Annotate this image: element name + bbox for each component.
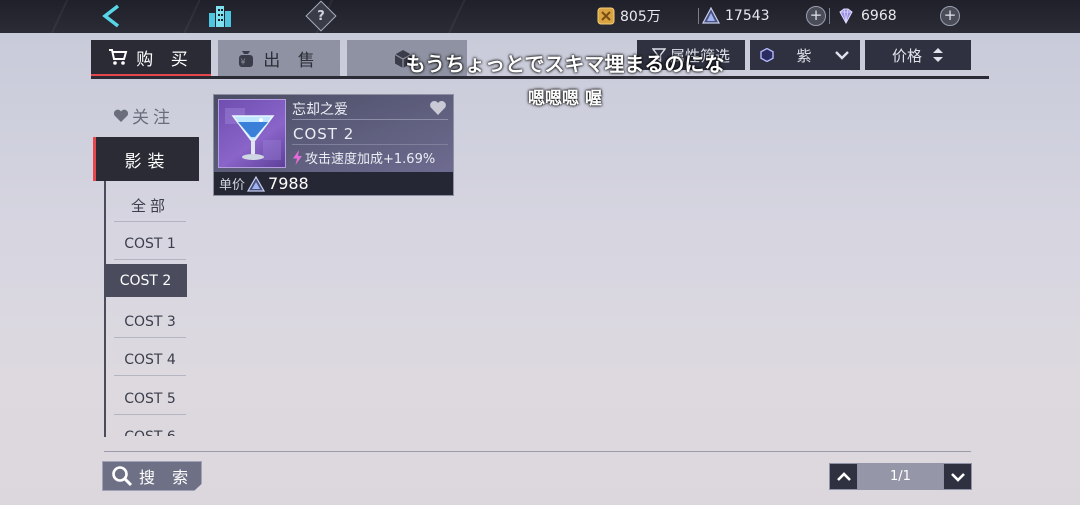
currency-divider bbox=[698, 8, 699, 24]
subnav-item-all[interactable]: 全部 bbox=[114, 190, 186, 222]
card-price-row: 单价 7988 bbox=[214, 172, 453, 195]
subnav-item-cost-6[interactable]: COST 6 bbox=[114, 421, 186, 437]
chevron-up-icon bbox=[836, 471, 851, 481]
subnav-item-cost-5[interactable]: COST 5 bbox=[114, 383, 186, 415]
skin-category-label: 影装 bbox=[124, 151, 171, 172]
city-button[interactable] bbox=[206, 3, 234, 29]
top-bar: ? 805万 17543 + 6968 + bbox=[0, 0, 1080, 33]
currency-divider bbox=[829, 8, 830, 24]
cost-subnav: 全部 COST 1 COST 2 COST 3 COST 4 COST 5 CO… bbox=[106, 186, 190, 436]
card-header: 忘却之爱 COST 2 攻击速度加成+1.69% bbox=[214, 95, 453, 172]
page-indicator: 1/1 bbox=[858, 463, 943, 490]
item-thumbnail bbox=[218, 99, 286, 168]
gem-amount: 6968 bbox=[861, 8, 897, 24]
prism-ticket-icon bbox=[702, 7, 720, 24]
prism-ticket-icon bbox=[247, 175, 266, 192]
heart-icon bbox=[430, 101, 446, 115]
item-cost: COST 2 bbox=[293, 125, 355, 143]
page-down-button[interactable] bbox=[943, 463, 972, 490]
search-icon bbox=[112, 466, 133, 487]
lightning-icon bbox=[293, 150, 302, 165]
unit-price-value: 7988 bbox=[268, 174, 309, 193]
card-divider bbox=[292, 119, 448, 120]
search-label: 搜 索 bbox=[139, 468, 195, 487]
follow-label: 关注 bbox=[132, 108, 174, 128]
subnav-item-cost-4[interactable]: COST 4 bbox=[114, 344, 186, 376]
heart-icon bbox=[113, 109, 129, 122]
gold-amount: 805万 bbox=[620, 9, 661, 25]
subtitle-line-1: もうちょっとでスキマ埋まるのにな bbox=[405, 52, 725, 76]
page-up-button[interactable] bbox=[829, 463, 858, 490]
bottom-divider bbox=[104, 451, 971, 452]
subtitle-line-2: 嗯嗯嗯 喔 bbox=[528, 89, 602, 109]
ticket-amount: 17543 bbox=[725, 8, 770, 24]
favorite-button[interactable] bbox=[429, 100, 447, 120]
back-arrow-icon bbox=[102, 4, 120, 28]
cocktail-glass-icon bbox=[225, 108, 281, 160]
add-tickets-button[interactable]: + bbox=[806, 6, 826, 26]
subnav-item-cost-2[interactable]: COST 2 bbox=[106, 264, 187, 297]
add-gems-button[interactable]: + bbox=[940, 6, 960, 26]
ticket-currency: 17543 bbox=[702, 5, 770, 27]
search-button[interactable]: 搜 索 bbox=[102, 461, 202, 491]
listing-card[interactable]: 忘却之爱 COST 2 攻击速度加成+1.69% 单价 7988 bbox=[213, 94, 454, 196]
chevron-down-icon bbox=[950, 472, 965, 482]
diamond-icon bbox=[839, 8, 853, 25]
sidebar-item-skin[interactable]: 影装 bbox=[93, 137, 199, 181]
back-button[interactable] bbox=[98, 3, 124, 29]
item-name: 忘却之爱 bbox=[292, 102, 348, 118]
sidebar-item-follow[interactable]: 关注 bbox=[113, 103, 174, 128]
question-mark-icon: ? bbox=[317, 8, 325, 24]
gold-currency: 805万 bbox=[597, 5, 661, 27]
top-bar-decoration bbox=[0, 0, 560, 33]
city-icon bbox=[209, 6, 231, 27]
subnav-item-cost-1[interactable]: COST 1 bbox=[114, 228, 186, 260]
gem-currency: 6968 bbox=[836, 5, 897, 27]
item-effect: 攻击速度加成+1.69% bbox=[292, 148, 435, 167]
subnav-item-cost-3[interactable]: COST 3 bbox=[114, 306, 186, 338]
unit-price-label: 单价 bbox=[219, 178, 246, 193]
item-effect-text: 攻击速度加成+1.69% bbox=[305, 152, 436, 167]
gold-coin-icon bbox=[597, 7, 615, 25]
card-divider bbox=[292, 144, 448, 145]
